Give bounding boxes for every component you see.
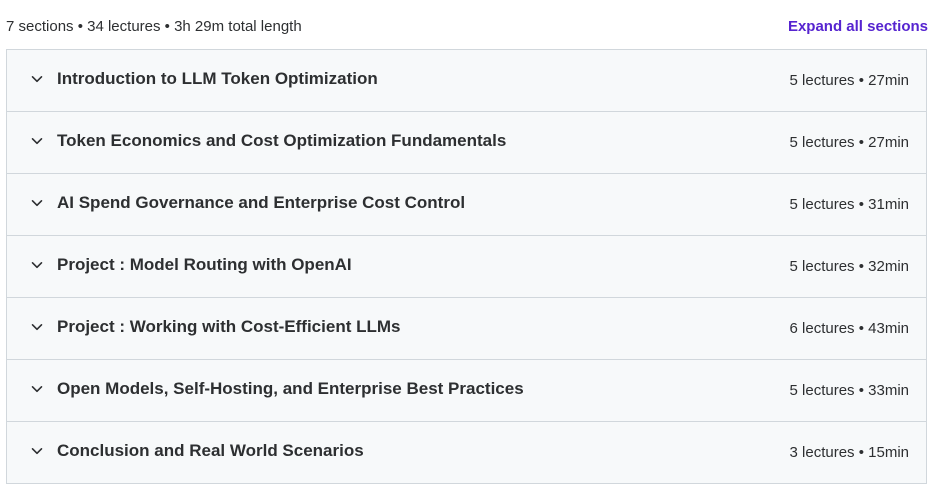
- section-meta: 5 lectures • 31min: [789, 196, 909, 213]
- chevron-down-icon: [30, 196, 44, 210]
- section-title: AI Spend Governance and Enterprise Cost …: [57, 193, 466, 212]
- curriculum-summary: 7 sections • 34 lectures • 3h 29m total …: [6, 18, 302, 35]
- section-header[interactable]: Project : Model Routing with OpenAI 5 le…: [7, 235, 926, 297]
- section-title: Conclusion and Real World Scenarios: [57, 441, 364, 460]
- section-header[interactable]: Project : Working with Cost-Efficient LL…: [7, 297, 926, 359]
- section-title: Open Models, Self-Hosting, and Enterpris…: [57, 379, 524, 398]
- section-meta: 5 lectures • 33min: [789, 382, 909, 399]
- section-list: Introduction to LLM Token Optimization 5…: [6, 49, 927, 484]
- section-title: Project : Working with Cost-Efficient LL…: [57, 317, 401, 336]
- section-meta: 5 lectures • 32min: [789, 258, 909, 275]
- expand-all-sections-button[interactable]: Expand all sections: [788, 17, 928, 37]
- section-header[interactable]: Open Models, Self-Hosting, and Enterpris…: [7, 359, 926, 421]
- section-title: Project : Model Routing with OpenAI: [57, 255, 352, 274]
- section-header[interactable]: Conclusion and Real World Scenarios 3 le…: [7, 421, 926, 483]
- section-meta: 5 lectures • 27min: [789, 72, 909, 89]
- section-header[interactable]: AI Spend Governance and Enterprise Cost …: [7, 173, 926, 235]
- chevron-down-icon: [30, 258, 44, 272]
- chevron-down-icon: [30, 134, 44, 148]
- section-meta: 6 lectures • 43min: [789, 320, 909, 337]
- course-curriculum: 7 sections • 34 lectures • 3h 29m total …: [0, 0, 933, 492]
- curriculum-summary-bar: 7 sections • 34 lectures • 3h 29m total …: [0, 0, 933, 50]
- section-header[interactable]: Token Economics and Cost Optimization Fu…: [7, 111, 926, 173]
- chevron-down-icon: [30, 382, 44, 396]
- chevron-down-icon: [30, 444, 44, 458]
- section-header[interactable]: Introduction to LLM Token Optimization 5…: [7, 50, 926, 111]
- chevron-down-icon: [30, 72, 44, 86]
- section-meta: 3 lectures • 15min: [789, 444, 909, 461]
- section-title: Token Economics and Cost Optimization Fu…: [57, 131, 507, 150]
- chevron-down-icon: [30, 320, 44, 334]
- section-meta: 5 lectures • 27min: [789, 134, 909, 151]
- section-title: Introduction to LLM Token Optimization: [57, 69, 378, 88]
